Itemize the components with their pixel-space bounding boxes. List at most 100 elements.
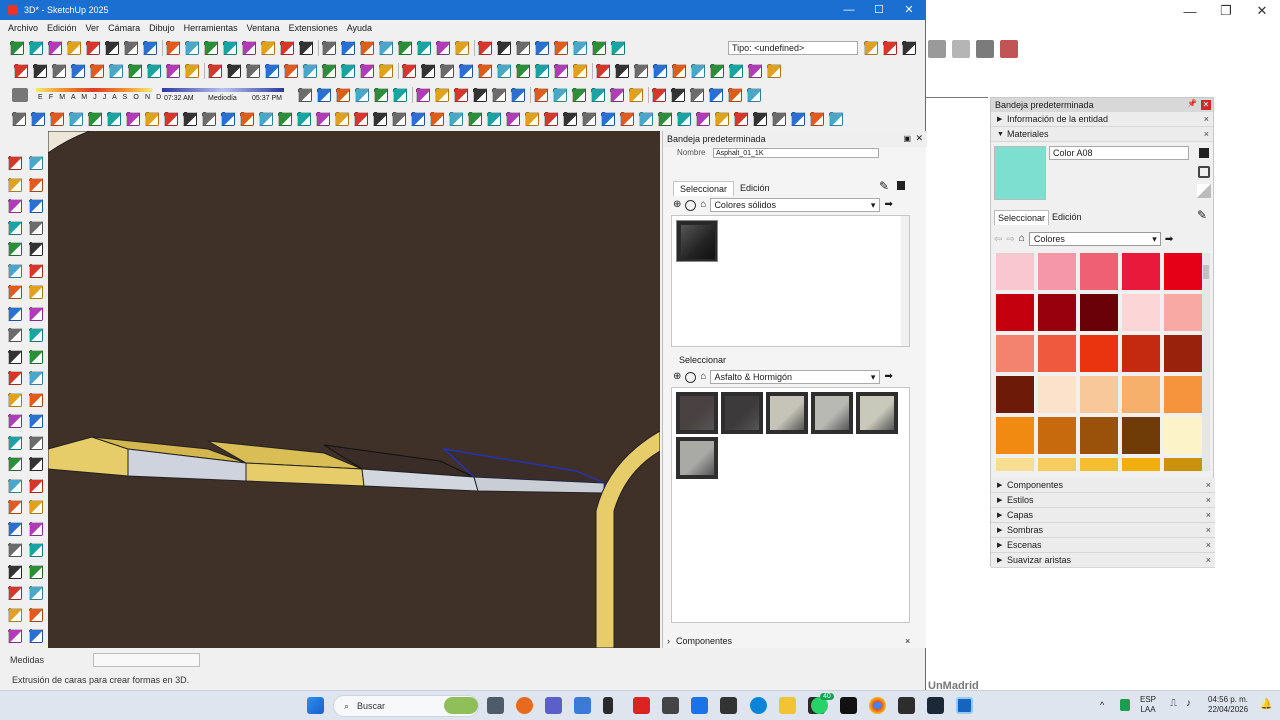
app-icon-black[interactable]	[720, 697, 737, 714]
menu-ayuda[interactable]: Ayuda	[347, 23, 372, 33]
view-tool-icon[interactable]	[284, 64, 298, 78]
menu-archivo[interactable]: Archivo	[8, 23, 38, 33]
pin-icon[interactable]: 📌	[1187, 99, 1197, 108]
view-tool-icon[interactable]	[691, 64, 705, 78]
main-tool-icon[interactable]	[280, 41, 294, 55]
section-tool-icon[interactable]	[572, 88, 586, 102]
drawing-tool-icon[interactable]	[8, 306, 22, 321]
main-tool-icon[interactable]	[379, 41, 393, 55]
material-name-field[interactable]: Color A08	[1049, 146, 1189, 160]
color-swatch[interactable]	[1122, 294, 1160, 331]
swatch-scrollbar[interactable]	[1202, 253, 1210, 471]
view-tool-icon[interactable]	[208, 64, 222, 78]
view-tool-icon[interactable]	[653, 64, 667, 78]
main-tool-icon[interactable]	[554, 41, 568, 55]
components-close-icon[interactable]: ×	[905, 636, 910, 646]
view-tool-icon[interactable]	[147, 64, 161, 78]
color-swatch[interactable]	[1038, 294, 1076, 331]
extension-tool-icon[interactable]	[601, 112, 615, 126]
main-tool-icon[interactable]	[398, 41, 412, 55]
drawing-tool-icon[interactable]	[29, 586, 43, 600]
view-tool-icon[interactable]	[554, 64, 568, 78]
new-material-icon[interactable]	[897, 181, 905, 190]
extension-tool-icon[interactable]	[772, 112, 786, 126]
color-swatch[interactable]	[1122, 335, 1160, 372]
color-swatch[interactable]	[1038, 253, 1076, 290]
main-tool-icon[interactable]	[341, 41, 355, 55]
color-swatch[interactable]	[1164, 376, 1202, 413]
section-close-icon[interactable]: ×	[1206, 510, 1211, 520]
steam-icon[interactable]	[927, 697, 944, 714]
extension-tool-icon[interactable]	[12, 112, 26, 126]
extension-tool-icon[interactable]	[335, 112, 349, 126]
home-icon[interactable]: ⌂	[700, 372, 706, 382]
section-close-icon[interactable]: ×	[1206, 555, 1211, 565]
home-icon[interactable]: ⌂	[700, 200, 706, 210]
menu-ver[interactable]: Ver	[86, 23, 100, 33]
close-button[interactable]: ✕	[894, 0, 924, 20]
view-tool-icon[interactable]	[402, 64, 416, 78]
material-name-input[interactable]: Asphalt_01_1K	[713, 148, 879, 158]
drawing-tool-icon[interactable]	[29, 392, 43, 407]
notifications-icon[interactable]: 🔔	[1260, 699, 1272, 710]
view-tool-icon[interactable]	[14, 64, 28, 78]
view-tool-icon[interactable]	[535, 64, 549, 78]
main-tool-icon[interactable]	[417, 41, 431, 55]
color-swatch[interactable]	[996, 458, 1034, 471]
new-material-icon[interactable]	[1199, 148, 1209, 158]
drawing-tool-icon[interactable]	[8, 177, 22, 192]
material-thumbnail[interactable]	[766, 392, 808, 434]
main-tool-icon[interactable]	[185, 41, 199, 55]
select-extra-tool-icon[interactable]	[902, 41, 916, 55]
add-icon[interactable]: ⊕	[673, 200, 681, 210]
color-swatch[interactable]	[1080, 376, 1118, 413]
extension-tool-icon[interactable]	[316, 112, 330, 126]
type-field[interactable]: Tipo: <undefined>	[728, 41, 858, 55]
drawing-tool-icon[interactable]	[8, 371, 22, 385]
color-swatch[interactable]	[1122, 253, 1160, 290]
color-swatch[interactable]	[996, 417, 1034, 454]
section-tool-icon[interactable]	[728, 88, 742, 102]
extension-tool-icon[interactable]	[430, 112, 444, 126]
drawing-tool-icon[interactable]	[29, 500, 43, 514]
minimize-button[interactable]: —	[834, 0, 864, 20]
tab-select-lower[interactable]: Seleccionar	[673, 353, 732, 367]
drawing-tool-icon[interactable]	[8, 521, 22, 536]
back-arrow-icon[interactable]: ⇦	[994, 234, 1002, 245]
drawing-tool-icon[interactable]	[29, 285, 43, 299]
drawing-tool-icon[interactable]	[29, 371, 43, 385]
section-tool-icon[interactable]	[416, 88, 430, 102]
drawing-tool-icon[interactable]	[8, 199, 22, 213]
drawing-tool-icon[interactable]	[29, 220, 43, 235]
main-tool-icon[interactable]	[436, 41, 450, 55]
drawing-tool-icon[interactable]	[8, 242, 22, 256]
drawing-tool-icon[interactable]	[8, 543, 22, 557]
section-row[interactable]: ▶ Componentes ×	[991, 478, 1215, 493]
extension-tool-icon[interactable]	[468, 112, 482, 126]
view-tool-icon[interactable]	[767, 64, 781, 78]
color-swatch[interactable]	[1038, 417, 1076, 454]
section-tool-icon[interactable]	[317, 88, 331, 102]
extension-tool-icon[interactable]	[164, 112, 178, 126]
network-icon[interactable]: ⎍	[1170, 698, 1177, 709]
view-tool-icon[interactable]	[166, 64, 180, 78]
drawing-tool-icon[interactable]	[8, 392, 22, 407]
drawing-tool-icon[interactable]	[29, 263, 43, 278]
main-tool-icon[interactable]	[29, 41, 43, 55]
main-tool-icon[interactable]	[322, 41, 336, 55]
section-row[interactable]: ▶ Suavizar aristas ×	[991, 553, 1215, 568]
section-tool-icon[interactable]	[393, 88, 407, 102]
right-tray-close-icon[interactable]: ✕	[1201, 100, 1211, 110]
teams-icon[interactable]	[545, 697, 562, 714]
view-tool-icon[interactable]	[109, 64, 123, 78]
store-icon[interactable]	[574, 697, 591, 714]
drawing-tool-icon[interactable]	[29, 629, 43, 643]
color-swatch[interactable]	[1038, 458, 1076, 471]
tab-select[interactable]: Seleccionar	[673, 181, 735, 196]
drawing-tool-icon[interactable]	[29, 349, 43, 364]
section-entity-info[interactable]: ▶ Información de la entidad ×	[991, 112, 1213, 127]
section-materials[interactable]: ▼ Materiales ×	[991, 127, 1213, 142]
view-tool-icon[interactable]	[52, 64, 66, 78]
material-preview-swatch[interactable]	[994, 146, 1046, 200]
drawing-tool-icon[interactable]	[8, 564, 22, 579]
